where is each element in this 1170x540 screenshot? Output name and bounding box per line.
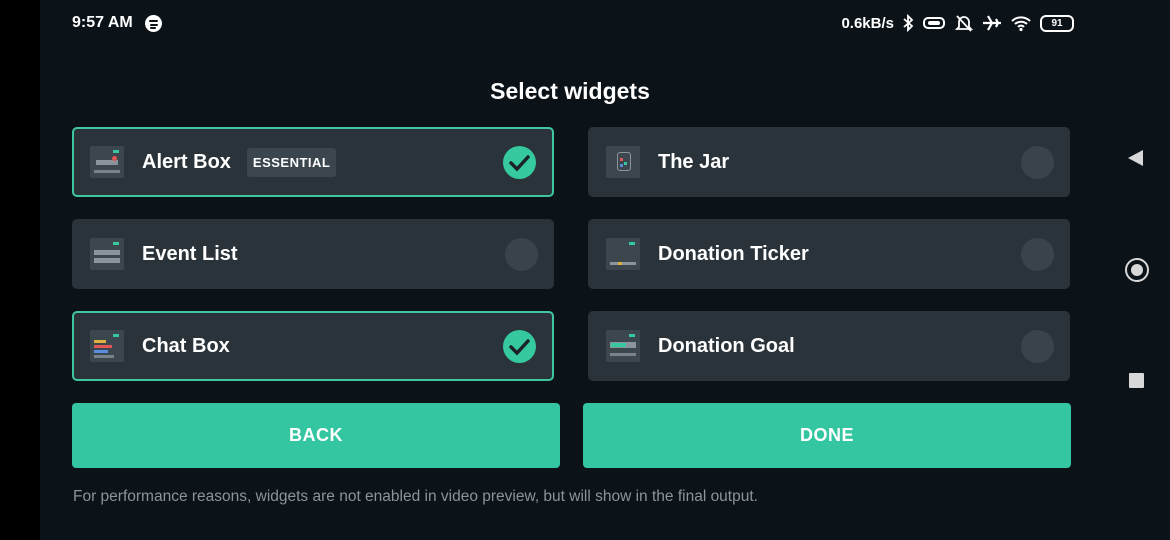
status-icons: 0.6kB/s 91 (841, 13, 1074, 33)
airplane-icon (983, 15, 1001, 31)
battery-icon: 91 (1040, 14, 1074, 32)
widget-label: Alert Box (142, 150, 231, 173)
widget-card-alert-box[interactable]: Alert Box ESSENTIAL (72, 127, 554, 197)
back-icon[interactable] (1128, 150, 1143, 166)
unselected-radio-icon (505, 238, 538, 271)
jar-thumbnail-icon (606, 146, 640, 178)
left-edge-strip (0, 0, 40, 540)
donation-ticker-thumbnail-icon (606, 238, 640, 270)
wifi-icon (1011, 16, 1031, 32)
unselected-radio-icon (1021, 238, 1054, 271)
widget-card-chat-box[interactable]: Chat Box (72, 311, 554, 381)
done-button[interactable]: DONE (583, 403, 1071, 468)
status-time: 9:57 AM (72, 14, 133, 31)
alarm-off-icon (954, 15, 974, 32)
widget-label: Chat Box (142, 334, 230, 357)
home-icon[interactable] (1125, 258, 1149, 282)
widget-card-donation-goal[interactable]: Donation Goal (588, 311, 1070, 381)
recents-icon[interactable] (1129, 373, 1144, 388)
widget-label: Donation Goal (658, 334, 795, 357)
network-speed: 0.6kB/s (841, 14, 894, 32)
widget-label: Donation Ticker (658, 242, 809, 265)
widget-card-donation-ticker[interactable]: Donation Ticker (588, 219, 1070, 289)
unselected-radio-icon (1021, 330, 1054, 363)
bluetooth-icon (903, 14, 914, 32)
performance-note: For performance reasons, widgets are not… (73, 488, 758, 505)
alert-box-thumbnail-icon (90, 146, 124, 178)
widget-label: The Jar (658, 150, 730, 173)
back-button[interactable]: BACK (72, 403, 560, 468)
widget-card-the-jar[interactable]: The Jar (588, 127, 1070, 197)
page-title: Select widgets (490, 78, 650, 104)
vibrate-icon (923, 17, 945, 29)
checkmark-icon (503, 146, 536, 179)
essential-badge: ESSENTIAL (246, 147, 337, 177)
unselected-radio-icon (1021, 146, 1054, 179)
checkmark-icon (503, 330, 536, 363)
widget-card-event-list[interactable]: Event List (72, 219, 554, 289)
event-list-thumbnail-icon (90, 238, 124, 270)
donation-goal-thumbnail-icon (606, 330, 640, 362)
chat-box-thumbnail-icon (90, 330, 124, 362)
widget-label: Event List (142, 242, 238, 265)
spotify-icon (145, 15, 162, 32)
